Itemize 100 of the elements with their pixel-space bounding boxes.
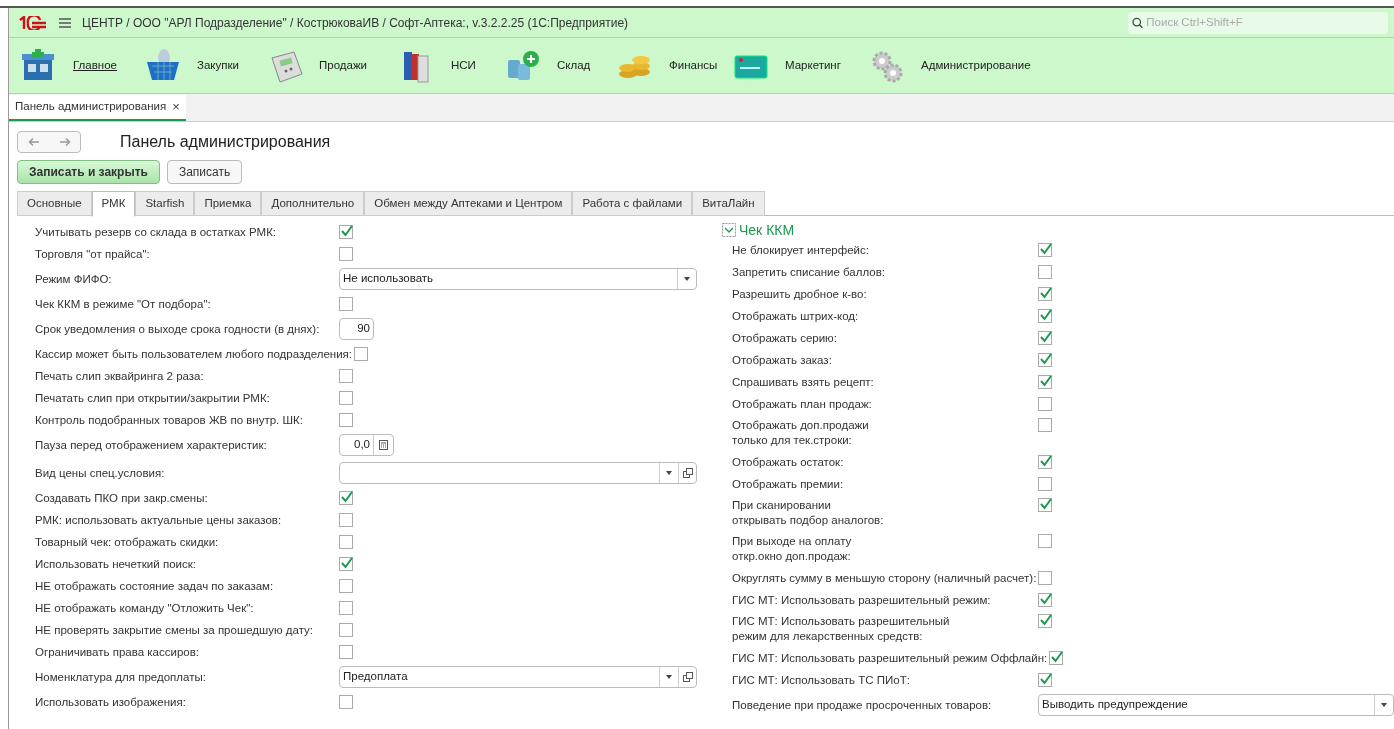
reference-field[interactable]: Предоплата <box>339 666 697 688</box>
checkbox[interactable] <box>339 297 353 311</box>
checkbox[interactable] <box>339 247 353 261</box>
field-label: Отображать план продаж: <box>732 396 873 412</box>
checkbox[interactable] <box>339 601 353 615</box>
dropdown-field[interactable]: Выводить предупреждение <box>1038 694 1394 716</box>
logo-icon <box>18 15 48 30</box>
section-link[interactable]: Администрирование <box>921 56 1031 75</box>
checkbox[interactable] <box>1038 353 1052 367</box>
checkbox[interactable] <box>1038 397 1052 411</box>
dropdown-arrow-icon[interactable] <box>666 675 672 679</box>
forward-arrow-icon[interactable] <box>58 137 71 147</box>
field-label: Контроль подобранных товаров ЖВ по внутр. ШК: <box>35 412 304 428</box>
checkbox[interactable] <box>339 225 353 239</box>
back-arrow-icon[interactable] <box>27 137 40 147</box>
checkbox[interactable] <box>1038 287 1052 301</box>
checkbox[interactable] <box>1038 593 1052 607</box>
section-link[interactable]: Маркетинг <box>785 56 841 75</box>
checkbox[interactable] <box>1038 331 1052 345</box>
field-label: Использовать нечеткий поиск: <box>35 556 197 572</box>
checkbox[interactable] <box>339 623 353 637</box>
calculator-icon[interactable] <box>379 440 388 450</box>
open-window-icon[interactable] <box>682 672 693 682</box>
section-link[interactable]: НСИ <box>451 56 476 75</box>
field-label: Товарный чек: отображать скидки: <box>35 534 220 550</box>
field-label: ГИС МТ: Использовать разрешительный режим Оффлайн: <box>732 650 1049 666</box>
field-label: При выходе на оплату откр.окно доп.продаж: <box>732 534 853 564</box>
checkbox[interactable] <box>1049 651 1064 665</box>
checkbox[interactable] <box>354 347 368 361</box>
checkbox[interactable] <box>339 535 353 549</box>
search-icon <box>1132 16 1144 29</box>
search-field[interactable]: Поиск Ctrl+Shift+F <box>1128 11 1388 34</box>
checkbox[interactable] <box>1038 243 1052 257</box>
form-tab[interactable]: Дополнительно <box>261 191 365 216</box>
checkbox[interactable] <box>1038 418 1052 432</box>
field-label: Учитывать резерв со склада в остатках РМК: <box>35 224 278 240</box>
field-label: Отображать премии: <box>732 476 845 492</box>
close-button[interactable]: × <box>172 97 180 117</box>
form-tab[interactable]: Основные <box>17 191 92 216</box>
section-link[interactable]: Финансы <box>669 56 718 75</box>
dropdown-arrow-icon[interactable] <box>666 471 672 475</box>
menu-icon[interactable] <box>58 16 72 29</box>
checkbox[interactable] <box>1038 455 1052 469</box>
checkbox[interactable] <box>339 491 353 505</box>
field-label: Пауза перед отображением характеристик: <box>35 437 268 453</box>
field-label: Округлять сумму в меньшую сторону (наличный расчет): <box>732 570 1038 586</box>
checkbox[interactable] <box>1038 571 1053 585</box>
checkbox[interactable] <box>339 369 353 383</box>
checkbox[interactable] <box>1038 614 1052 628</box>
field-label: Спрашивать взять рецепт: <box>732 374 875 390</box>
field-label: ГИС МТ: Использовать разрешительный режим: <box>732 592 992 608</box>
section-link[interactable]: Закупки <box>197 56 239 75</box>
checkbox[interactable] <box>339 513 353 527</box>
open-window-icon[interactable] <box>682 468 693 478</box>
dropdown-arrow-icon[interactable] <box>684 277 690 281</box>
field-label: Не блокирует интерфейс: <box>732 242 870 258</box>
checkbox[interactable] <box>1038 375 1052 389</box>
form-tab[interactable]: Работа с файлами <box>572 191 693 216</box>
checkbox[interactable] <box>339 579 353 593</box>
form-title: Панель администрирования <box>120 132 331 152</box>
checkbox[interactable] <box>1038 673 1052 687</box>
number-field[interactable]: 0,0 <box>339 434 394 456</box>
field-label: РМК: использовать актуальные цены заказов: <box>35 512 283 528</box>
field-label: Печатать слип при открытии/закрытии РМК: <box>35 390 271 406</box>
field-label: Запретить списание баллов: <box>732 264 886 280</box>
group-title[interactable]: Чек ККМ <box>739 219 795 241</box>
field-label: НЕ проверять закрытие смены за прошедшую дату: <box>35 622 314 638</box>
save-and-close-button[interactable]: Записать и закрыть <box>17 160 160 184</box>
open-tab[interactable]: Панель администрирования × <box>9 95 186 121</box>
save-button[interactable]: Записать <box>166 160 243 184</box>
checkbox[interactable] <box>339 645 353 659</box>
section-link[interactable]: Главное <box>73 56 117 75</box>
checkbox[interactable] <box>339 695 353 709</box>
field-label: НЕ отображать состояние задач по заказам: <box>35 578 275 594</box>
section-link[interactable]: Продажи <box>319 56 368 75</box>
checkbox[interactable] <box>339 413 353 427</box>
collapse-icon[interactable] <box>722 223 736 237</box>
section-link[interactable]: Склад <box>557 56 591 75</box>
form-tab[interactable]: РМК <box>91 191 136 217</box>
checkbox[interactable] <box>1038 534 1052 548</box>
search-input[interactable]: Поиск Ctrl+Shift+F <box>1146 13 1384 32</box>
checkbox[interactable] <box>1038 265 1052 279</box>
form-tab[interactable]: Приемка <box>194 191 262 216</box>
checkbox[interactable] <box>1038 477 1052 491</box>
navigation-buttons[interactable] <box>17 131 81 153</box>
checkbox[interactable] <box>339 557 353 571</box>
checkbox[interactable] <box>339 391 353 405</box>
form-tab[interactable]: Обмен между Аптеками и Центром <box>364 191 573 216</box>
reference-field[interactable] <box>339 462 697 484</box>
field-label: Ограничивать права кассиров: <box>35 644 200 660</box>
form-tab[interactable]: Starfish <box>135 191 195 216</box>
dropdown-field[interactable]: Не использовать <box>339 268 697 290</box>
form-tab[interactable]: ВитаЛайн <box>692 191 765 216</box>
number-field[interactable]: 90 <box>339 318 374 340</box>
field-label: Отображать штрих-код: <box>732 308 860 324</box>
field-label: Торговля "от прайса": <box>35 246 151 262</box>
checkbox[interactable] <box>1038 498 1052 512</box>
dropdown-arrow-icon[interactable] <box>1381 703 1387 707</box>
checkbox[interactable] <box>1038 309 1052 323</box>
field-label: Поведение при продаже просроченных товаров: <box>732 697 993 713</box>
